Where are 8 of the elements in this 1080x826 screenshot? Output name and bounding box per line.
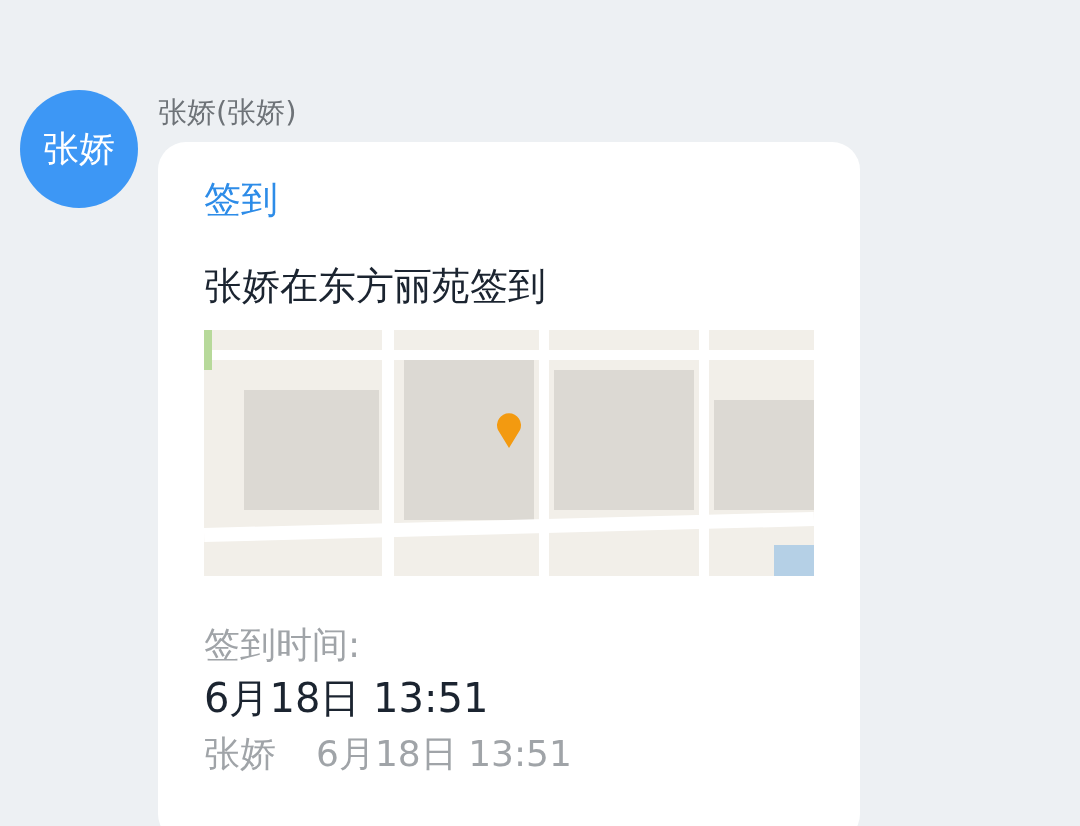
sender-name: 张娇(张娇)	[158, 94, 298, 131]
check-in-text: 张娇在东方丽苑签到	[204, 263, 546, 310]
footer-name: 张娇	[204, 732, 276, 776]
time-label: 签到时间:	[204, 623, 361, 667]
footer-time: 6月18日 13:51	[316, 732, 572, 776]
check-in-time: 6月18日 13:51	[204, 674, 489, 723]
message-card[interactable]: 签到 张娇在东方丽苑签到 签到时间: 6月18日 13:51 张娇 6月18日 13:51	[158, 142, 860, 826]
card-title: 签到	[204, 177, 278, 223]
